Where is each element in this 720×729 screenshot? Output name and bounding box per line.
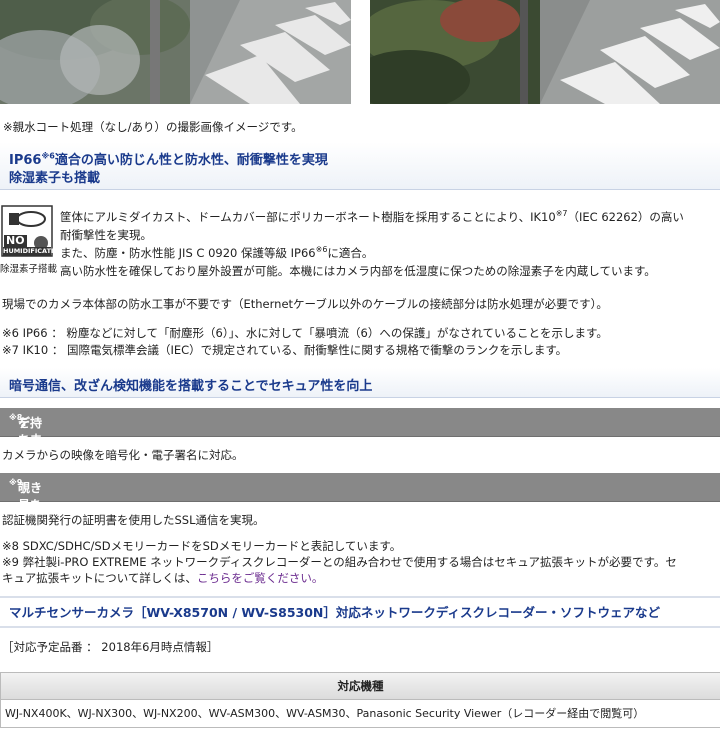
badge-humid-text: HUMIDIFICATION	[3, 247, 65, 256]
data-protection-bar: データやSDメモリーカード※8を持ち去られても漏洩をブロック（データの暗号化・改…	[0, 408, 720, 685]
divider	[0, 596, 720, 598]
multi-sensor-heading: マルチセンサーカメラ［WV-X8570N / WV-S8530N］対応ネットワー…	[9, 605, 661, 620]
security-heading: 暗号通信、改ざん検知機能を搭載することでセキュア性を向上	[9, 379, 373, 394]
footnote-7: ※7 IK10 ： 国際電気標準会議（IEC）で規定されている、耐衝撃性に関する…	[2, 343, 568, 357]
details-link[interactable]: こちらをご覧ください。	[197, 571, 324, 585]
badge-label: 除湿素子搭載	[0, 264, 58, 275]
photo-caption: ※親水コート処理（なし/あり）の撮影画像イメージです。	[3, 120, 303, 134]
photo-with-coating	[370, 0, 720, 104]
footnote-8: ※8 SDXC/SDHC/SDメモリーカードをSDメモリーカードと表記しています…	[2, 539, 402, 553]
table-row: WJ-NX400K、WJ-NX300、WJ-NX200、WV-ASM300、WV…	[5, 707, 645, 720]
data-protection-text: カメラからの映像を暗号化・電子署名に対応。	[2, 448, 244, 462]
ip66-body: 筐体にアルミダイカスト、ドームカバー部にポリカーボネート樹脂を採用することにより…	[60, 209, 684, 278]
supported-models-table: 対応機種 WJ-NX400K、WJ-NX300、WJ-NX200、WV-ASM3…	[0, 672, 720, 728]
table-header: 対応機種	[1, 673, 720, 700]
photo-without-coating	[0, 0, 351, 104]
communication-encryption-bar: 覗き見をシャットアウト（通信の暗号化） ※9	[0, 473, 720, 648]
scheduled-info: ［対応予定品番 ： 2018年6月時点情報］	[2, 640, 219, 654]
waterproof-note: 現場でのカメラ本体部の防水工事が不要です（Ethernetケーブル以外のケーブル…	[2, 297, 608, 311]
badge-no-text: NO	[4, 234, 27, 247]
communication-encryption-text: 認証機関発行の証明書を使用したSSL通信を実現。	[2, 513, 265, 527]
ip66-heading: IP66※6適合の高い防じん性と防水性、耐衝撃性を実現 除湿素子も搭載	[9, 151, 328, 186]
no-humidification-badge: NO HUMIDIFICATION 除湿素子搭載	[0, 205, 65, 275]
footnote-6: ※6 IP66 ： 粉塵などに対して「耐塵形（6）」、水に対して「暴噴流（6）へ…	[2, 326, 608, 340]
divider	[0, 626, 720, 628]
footnote-9: ※9 弊社製i-PRO EXTREME ネットワークディスクレコーダーとの組み合…	[2, 555, 677, 585]
